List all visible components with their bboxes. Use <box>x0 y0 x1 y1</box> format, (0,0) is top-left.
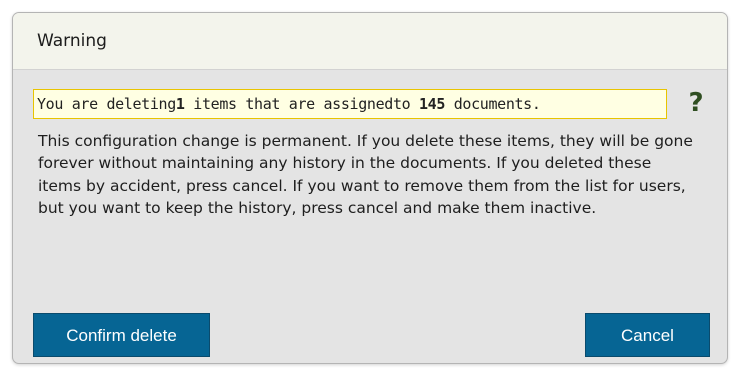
warning-dialog: Warning You are deleting1 items that are… <box>12 12 728 364</box>
summary-middle: items that are assignedto <box>193 95 411 113</box>
document-count: 145 <box>419 95 446 113</box>
cancel-button[interactable]: Cancel <box>585 313 710 357</box>
warning-message: This configuration change is permanent. … <box>38 132 693 217</box>
question-mark-icon[interactable]: ? <box>684 86 708 120</box>
deletion-summary: You are deleting1 items that are assigne… <box>33 89 667 119</box>
dialog-titlebar: Warning <box>13 13 727 70</box>
confirm-delete-button[interactable]: Confirm delete <box>33 313 210 357</box>
dialog-title: Warning <box>37 31 107 51</box>
summary-suffix: documents. <box>453 95 541 113</box>
summary-prefix: You are deleting <box>37 95 176 113</box>
item-count: 1 <box>175 95 185 113</box>
